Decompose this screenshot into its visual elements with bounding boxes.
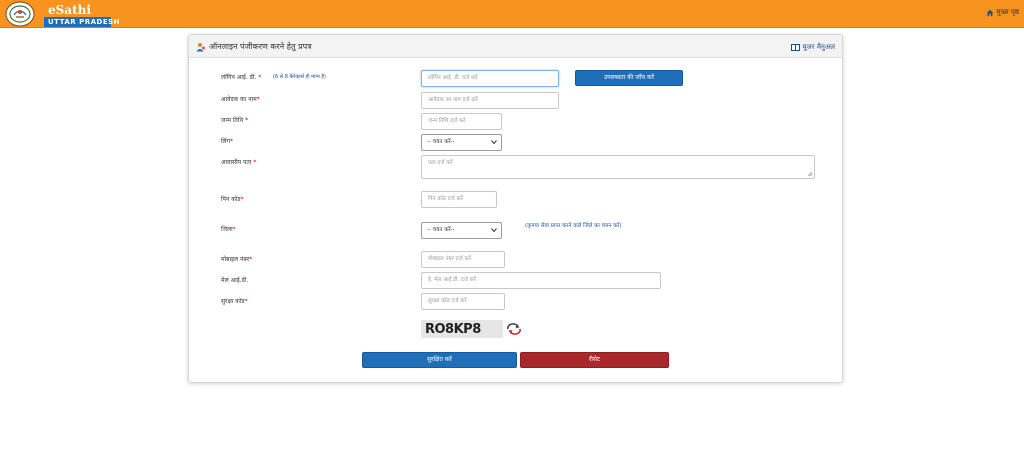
brand-state: UTTAR PRADESH	[44, 17, 120, 27]
top-header: eSathi UTTAR PRADESH मुख्य पृष्ठ	[0, 0, 1024, 28]
check-availability-button[interactable]: उपलब्धता की जाँच करें	[575, 70, 683, 86]
district-selected: -- चयन करें--	[427, 227, 455, 233]
submit-button[interactable]: सुरक्षित करें	[362, 352, 517, 368]
captcha-text: RO8KP8	[425, 322, 481, 337]
district-select[interactable]: -- चयन करें--	[421, 222, 502, 239]
login-id-input[interactable]: लॉगिन आई. डी. दर्ज करें	[421, 70, 559, 87]
email-input[interactable]: ई. मेल आई.डी. दर्ज करें	[421, 272, 661, 289]
refresh-icon[interactable]	[505, 322, 523, 336]
pin-label: पिन कोड*	[221, 196, 244, 203]
user-manual-link[interactable]: यूजर मैनुअल	[791, 43, 835, 52]
mobile-label: मोबाइल नंबर*	[221, 256, 253, 263]
email-label: मेल आई.डी.	[221, 277, 249, 284]
brand-name: eSathi	[48, 3, 91, 17]
login-id-label: लॉगिन आई. डी. *	[221, 74, 262, 81]
resize-handle-icon[interactable]	[807, 171, 813, 177]
security-code-input[interactable]: सुरक्षा कोड दर्ज करें	[421, 293, 505, 310]
security-code-label: सुरक्षा कोड*	[221, 298, 248, 305]
chevron-down-icon	[491, 140, 497, 145]
district-hint: (कृपया सेवा प्राप्त करने वाले जिले का चय…	[525, 223, 622, 229]
user-manual-label: यूजर मैनुअल	[802, 43, 835, 51]
applicant-name-input[interactable]: आवेदक का नाम दर्ज करें	[421, 92, 559, 109]
login-id-hint: (6 से 8 कैरेक्टर्स ही मान्य है)	[273, 74, 326, 80]
gender-select[interactable]: -- चयन करें--	[421, 134, 502, 151]
mobile-input[interactable]: मोबाइल नंबर दर्ज करें	[421, 251, 505, 268]
panel-title: ऑनलाइन पंजीकरण करने हेतु प्रपत्र	[196, 41, 312, 52]
gender-label: लिंग*	[221, 138, 234, 145]
applicant-name-label: आवेदक का नाम*	[221, 96, 260, 103]
home-link[interactable]: मुख्य पृष्ठ	[986, 8, 1019, 17]
user-icon	[196, 42, 205, 51]
dob-label: जन्म तिथि *	[221, 117, 249, 124]
book-icon	[791, 44, 801, 51]
captcha-image: RO8KP8	[421, 320, 503, 338]
home-icon	[987, 9, 994, 16]
registration-panel: ऑनलाइन पंजीकरण करने हेतु प्रपत्र यूजर मै…	[188, 34, 843, 383]
panel-title-text: ऑनलाइन पंजीकरण करने हेतु प्रपत्र	[209, 42, 312, 51]
pin-input[interactable]: पिन कोड दर्ज करें	[421, 191, 497, 208]
gender-selected: -- चयन करें--	[427, 139, 455, 145]
chevron-down-icon	[491, 228, 497, 233]
panel-header: ऑनलाइन पंजीकरण करने हेतु प्रपत्र यूजर मै…	[189, 35, 842, 58]
address-label: आवासीय पता *	[221, 159, 257, 166]
dob-input[interactable]: जन्म तिथि दर्ज करें	[421, 113, 502, 130]
up-emblem-icon	[5, 1, 35, 27]
reset-button[interactable]: रीसेट	[520, 352, 669, 368]
address-textarea[interactable]: पता दर्ज करें	[421, 155, 815, 179]
home-link-label: मुख्य पृष्ठ	[996, 8, 1019, 16]
district-label: जिला*	[221, 226, 236, 233]
